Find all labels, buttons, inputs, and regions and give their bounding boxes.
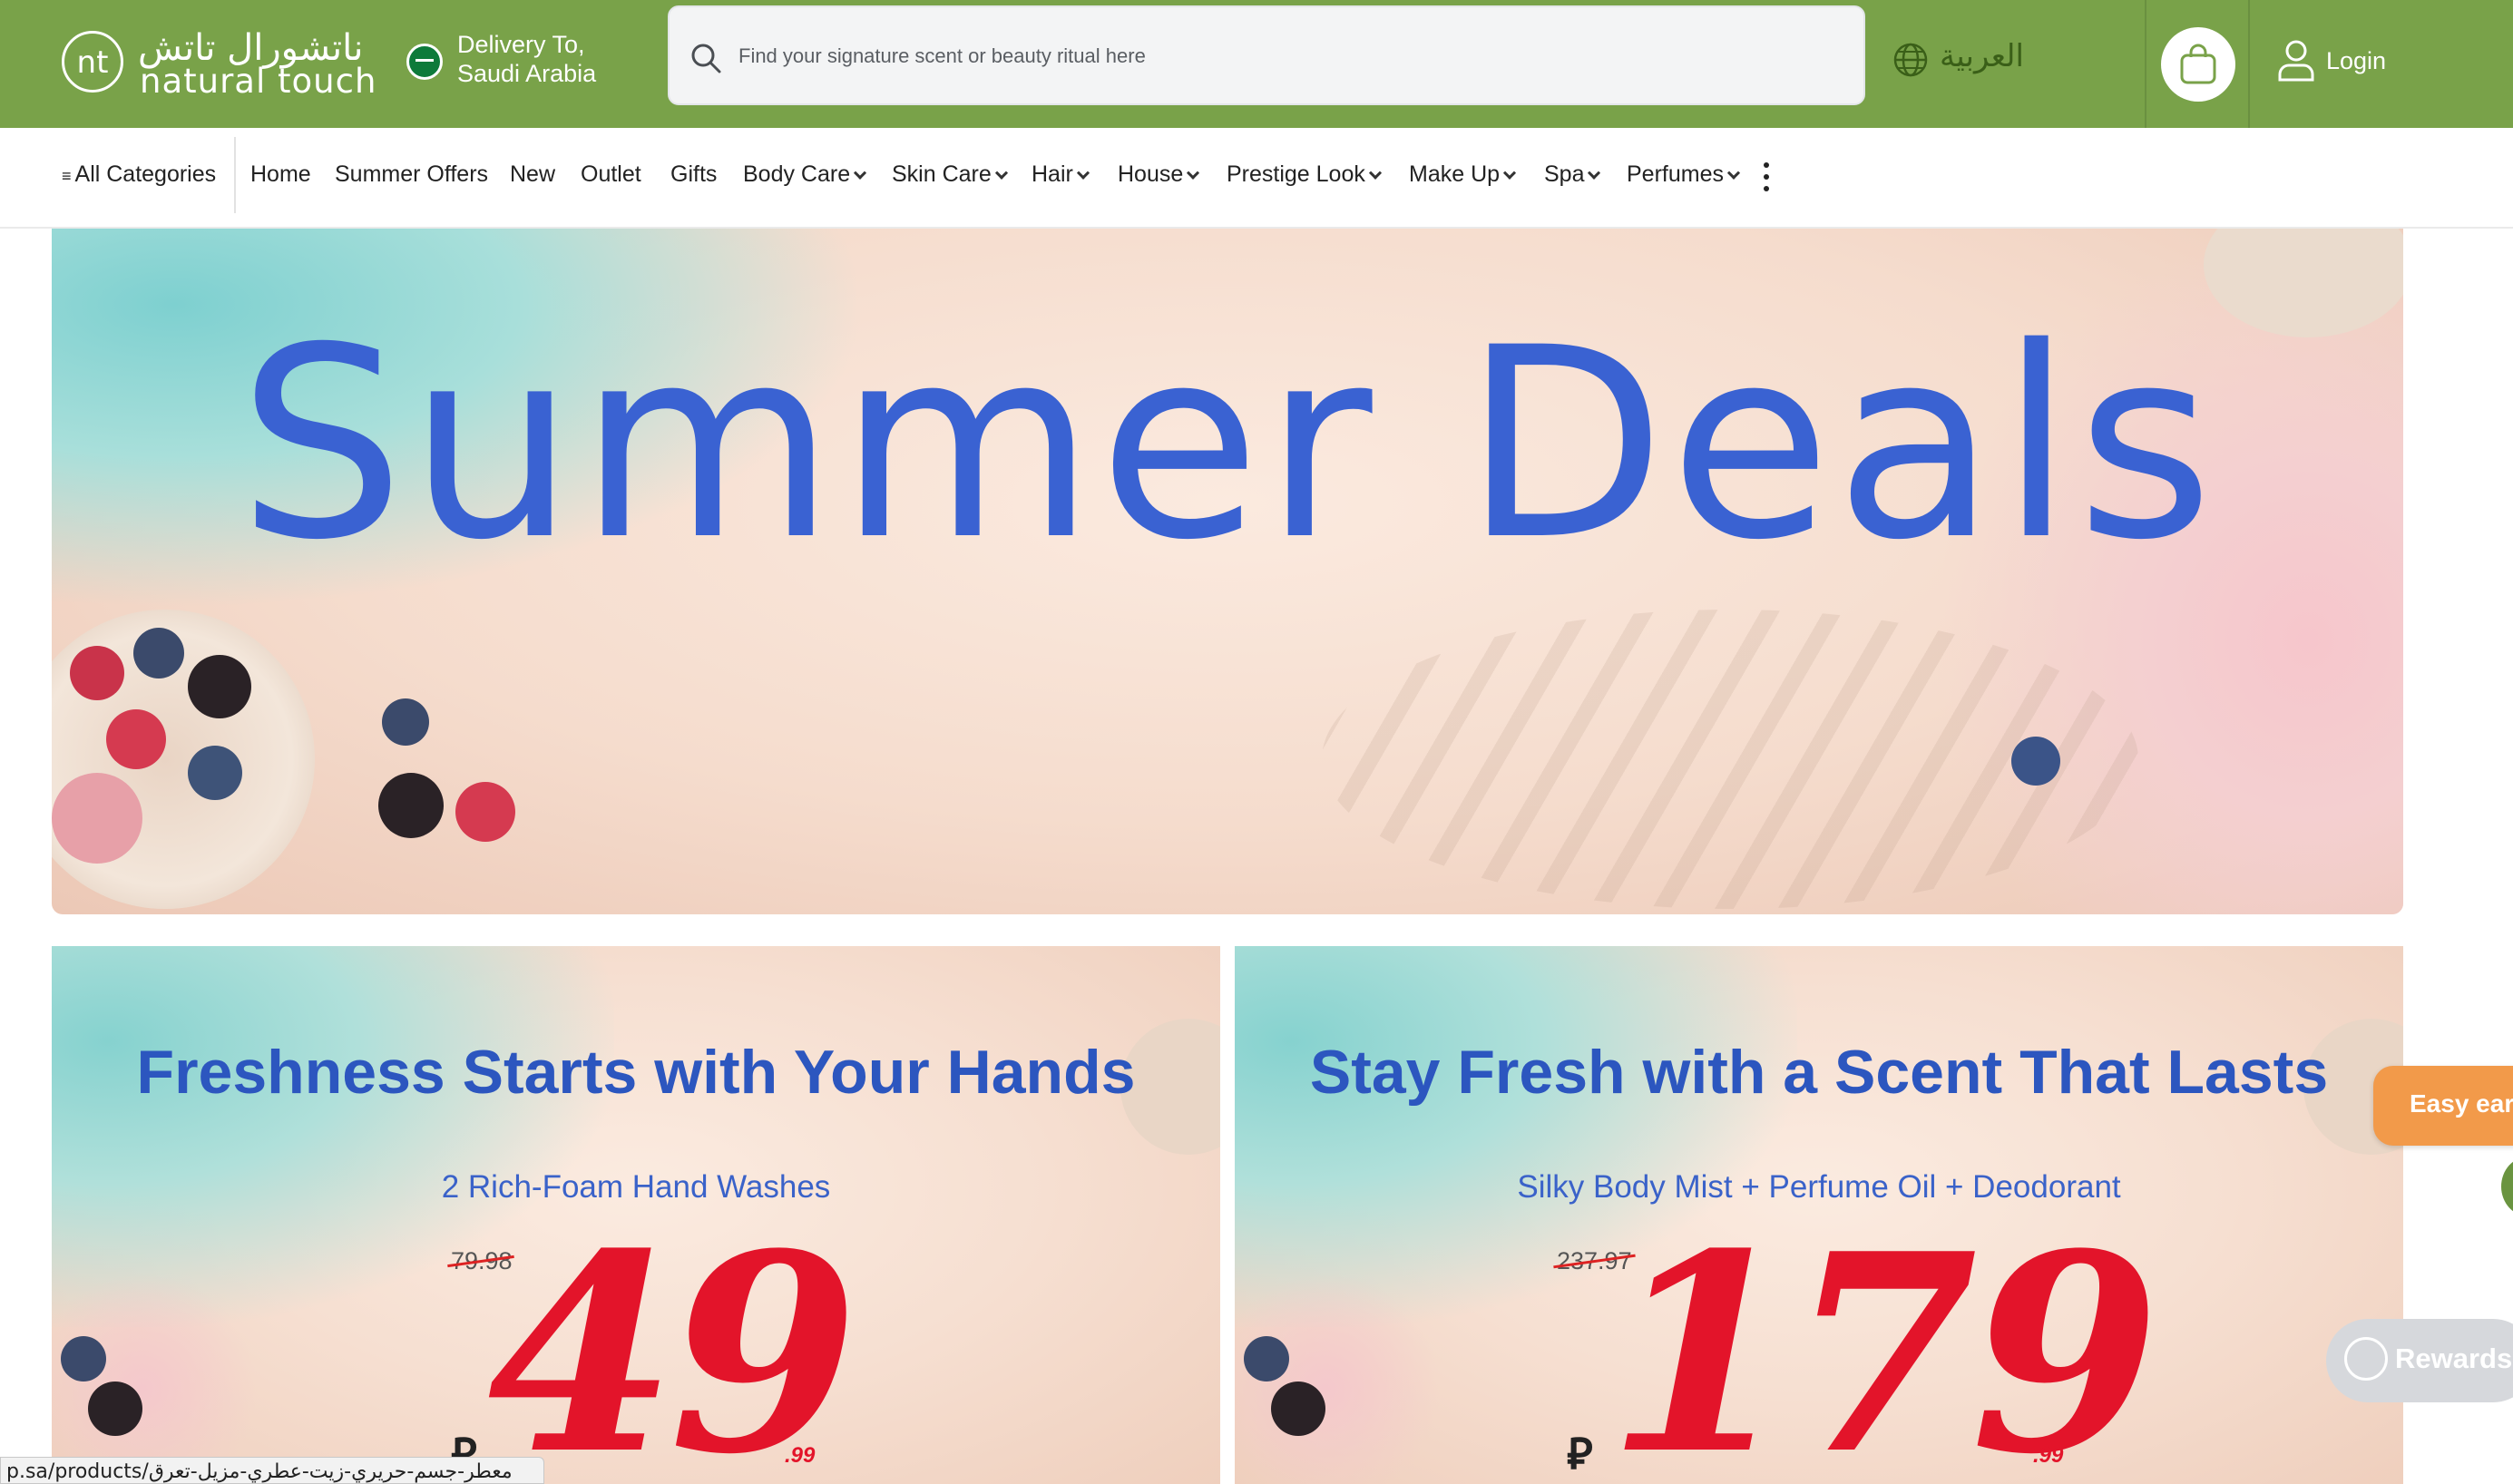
easy-earn-label: Easy earn: [2410, 1089, 2513, 1118]
globe-icon: [1893, 43, 1928, 77]
menu-lines-icon: ≡: [62, 167, 72, 185]
chevron-down-icon: [1368, 166, 1382, 180]
header-divider: [2248, 0, 2250, 128]
rewards-icon: [2344, 1337, 2388, 1381]
chevron-down-icon: [854, 166, 867, 180]
cart-button[interactable]: [2161, 27, 2235, 102]
nav-item-summer-offers[interactable]: Summer Offers: [335, 161, 488, 188]
promo-card-hand-wash[interactable]: Freshness Starts with Your Hands 2 Rich-…: [52, 946, 1220, 1484]
raspberry-image: [70, 646, 124, 700]
rewards-button[interactable]: Rewards: [2326, 1319, 2513, 1402]
all-categories-menu[interactable]: ≡ All Categories: [62, 161, 216, 188]
shopping-bag-icon: [2180, 44, 2216, 84]
nav-item-body-care[interactable]: Body Care: [743, 161, 867, 188]
blackberry-image: [1271, 1381, 1325, 1436]
nav-item-hair[interactable]: Hair: [1032, 161, 1090, 188]
more-menu-icon[interactable]: [1760, 162, 1773, 193]
login-button[interactable]: Login: [2277, 36, 2440, 91]
language-switch[interactable]: العربية: [1892, 36, 2074, 87]
blackberry-image: [378, 773, 444, 838]
hero-title: Summer Deals: [238, 292, 2217, 598]
nav-item-new[interactable]: New: [510, 161, 555, 188]
promo-title: Stay Fresh with a Scent That Lasts: [1309, 1038, 2329, 1107]
nav-divider: [234, 137, 236, 213]
chat-bubble-button[interactable]: [2501, 1157, 2513, 1216]
header-divider: [2145, 0, 2146, 128]
chevron-down-icon: [1726, 166, 1741, 180]
raspberry-image: [106, 709, 166, 769]
logo-text-english: natural touch: [140, 62, 377, 101]
search-icon[interactable]: [689, 42, 722, 74]
search-bar: [668, 5, 1865, 105]
blueberry-image: [1244, 1336, 1289, 1381]
chevron-down-icon: [1187, 166, 1200, 180]
logo-mark: nt: [62, 31, 123, 93]
search-input[interactable]: [738, 29, 1827, 83]
delivery-country: Saudi Arabia: [457, 60, 597, 87]
summer-deals-banner[interactable]: Summer Deals: [52, 229, 2403, 914]
site-header: nt ناتشورال تاتش natural touch Delivery …: [0, 0, 2513, 128]
nav-item-gifts[interactable]: Gifts: [670, 161, 717, 188]
blueberry-image: [61, 1336, 106, 1381]
nav-item-make-up[interactable]: Make Up: [1409, 161, 1517, 188]
chevron-down-icon: [1588, 166, 1601, 180]
chevron-down-icon: [1502, 166, 1517, 180]
site-logo[interactable]: nt ناتشورال تاتش natural touch: [62, 27, 376, 101]
easy-earn-tab[interactable]: Easy earn: [2373, 1066, 2513, 1146]
link-preview-url: p.sa/products/معطر-جسم-حريري-زيت-عطري-مز…: [0, 1457, 544, 1484]
chevron-down-icon: [994, 166, 1008, 180]
language-label: العربية: [1940, 38, 2024, 74]
nav-item-outlet[interactable]: Outlet: [581, 161, 641, 188]
blueberry-image: [133, 628, 184, 679]
promo-card-body-mist[interactable]: Stay Fresh with a Scent That Lasts Silky…: [1235, 946, 2403, 1484]
nav-item-skin-care[interactable]: Skin Care: [892, 161, 1008, 188]
sale-price: 179: [1607, 1194, 2160, 1484]
delivery-label: Delivery To,: [457, 31, 585, 58]
delivery-location-selector[interactable]: Delivery To, Saudi Arabia: [406, 31, 633, 94]
category-nav: ≡ All Categories Home Summer Offers New O…: [0, 128, 2513, 229]
saudi-flag-icon: [406, 44, 443, 80]
nav-item-spa[interactable]: Spa: [1544, 161, 1601, 188]
nav-item-perfumes[interactable]: Perfumes: [1627, 161, 1741, 188]
blackberry-image: [88, 1381, 142, 1436]
rewards-label: Rewards: [2395, 1342, 2513, 1374]
raspberry-image: [455, 782, 515, 842]
sale-price-cents: .99: [785, 1443, 816, 1468]
user-icon: [2278, 40, 2314, 82]
nav-item-prestige-look[interactable]: Prestige Look: [1227, 161, 1382, 188]
blackberry-image: [188, 655, 251, 718]
nav-item-home[interactable]: Home: [250, 161, 311, 188]
blueberry-image: [2011, 737, 2060, 786]
promo-title: Freshness Starts with Your Hands: [136, 1038, 1136, 1107]
chevron-down-icon: [1076, 166, 1090, 180]
blueberry-image: [382, 698, 429, 746]
sale-price-cents: .99: [2033, 1443, 2064, 1468]
nav-item-house[interactable]: House: [1118, 161, 1200, 188]
blueberry-image: [188, 746, 242, 800]
lychee-image: [52, 773, 142, 864]
login-label: Login: [2326, 47, 2387, 74]
riyal-currency-icon: ⃁: [1567, 1429, 1593, 1479]
